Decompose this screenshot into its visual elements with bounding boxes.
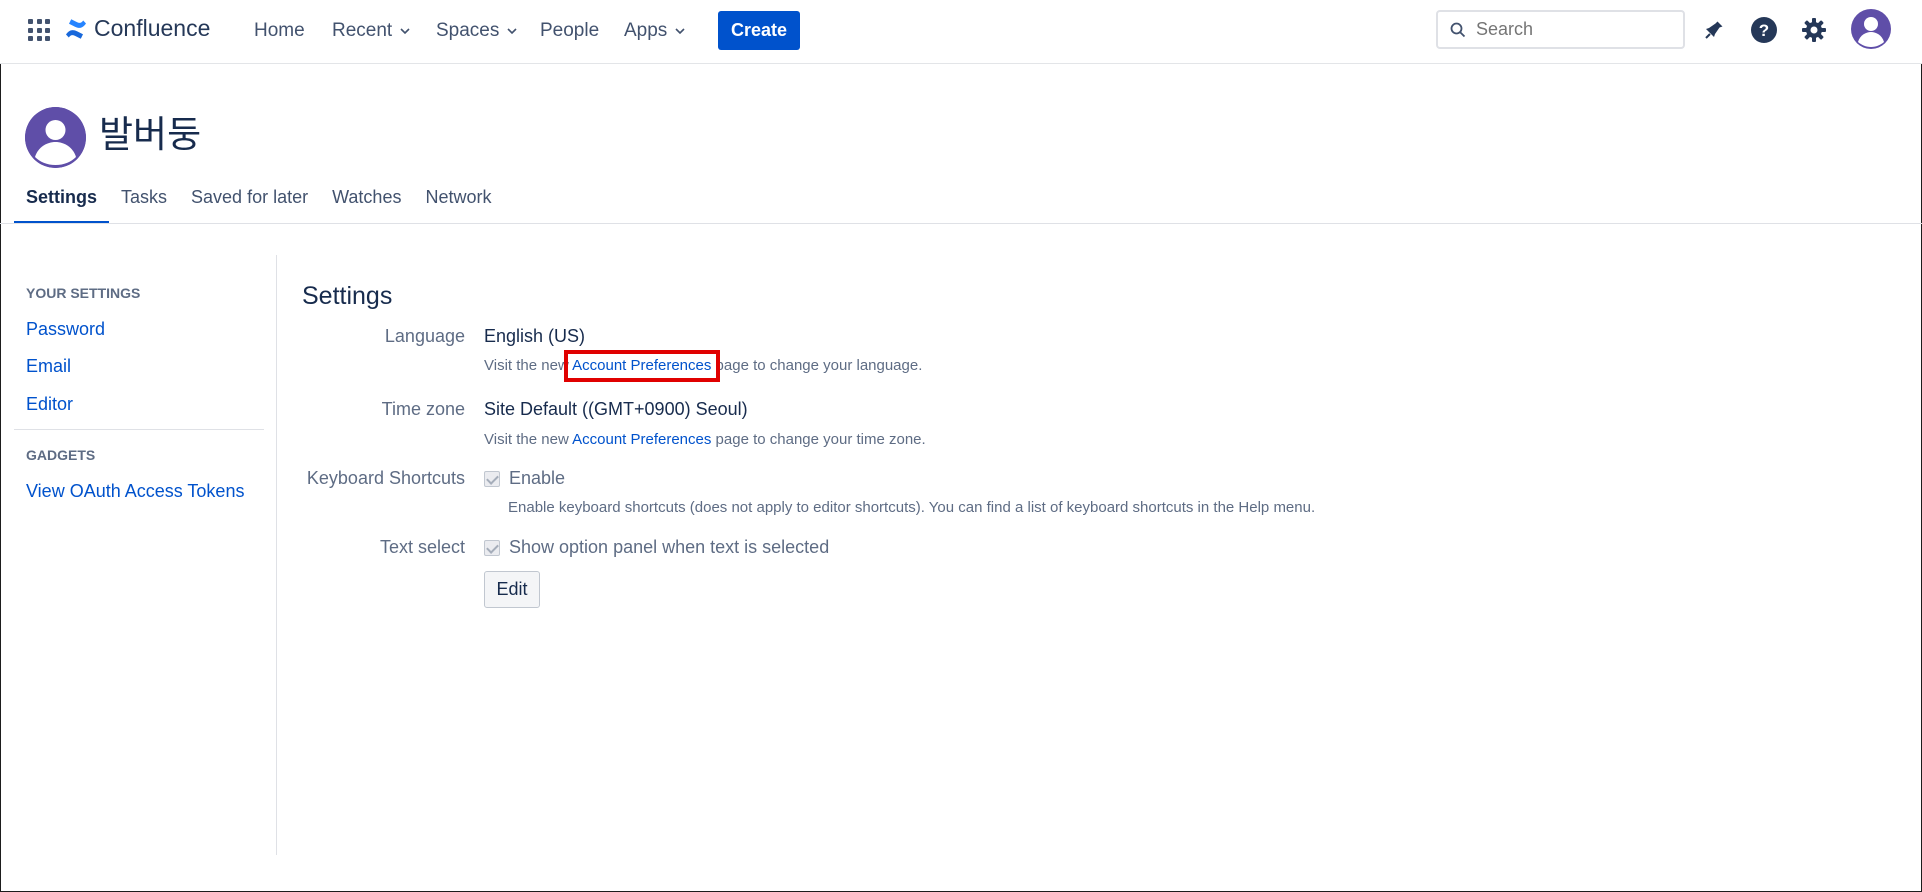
text-select-option: Show option panel when text is selected — [484, 537, 829, 558]
timezone-value: Site Default ((GMT+0900) Seoul) — [484, 399, 748, 419]
timezone-label: Time zone — [381, 399, 465, 419]
keyboard-shortcuts-checkbox[interactable] — [484, 470, 500, 487]
chevron-down-icon — [507, 28, 517, 35]
search-input[interactable] — [1476, 19, 1666, 40]
sidebar-divider — [14, 429, 264, 430]
avatar[interactable] — [1851, 9, 1891, 49]
notifications-icon[interactable] — [1698, 14, 1730, 46]
timezone-description: Visit the new Account Preferences page t… — [484, 431, 926, 448]
timezone-desc-suffix: page to change your time zone. — [711, 431, 926, 448]
tabs-divider — [0, 223, 1922, 224]
sidebar-link-editor[interactable]: Editor — [14, 394, 73, 415]
sidebar-link-email[interactable]: Email — [14, 356, 71, 377]
profile-name: 발버둥 — [99, 114, 202, 155]
nav-apps[interactable]: Apps — [624, 20, 685, 42]
keyboard-shortcuts-option: Enable — [484, 468, 565, 489]
sidebar-link-oauth-tokens[interactable]: View OAuth Access Tokens — [14, 481, 244, 502]
nav-spaces[interactable]: Spaces — [436, 20, 517, 42]
search-box[interactable] — [1436, 10, 1685, 49]
language-value: English (US) — [484, 326, 586, 346]
timezone-account-preferences-link[interactable]: Account Preferences — [572, 431, 711, 448]
profile-avatar — [25, 107, 86, 168]
confluence-logo[interactable]: Confluence — [64, 15, 210, 42]
settings-icon[interactable] — [1798, 14, 1830, 46]
keyboard-shortcuts-checkbox-label: Enable — [509, 468, 566, 488]
chevron-down-icon — [400, 28, 410, 35]
timezone-desc-prefix: Visit the new — [484, 431, 573, 448]
create-button[interactable]: Create — [718, 11, 800, 50]
search-icon — [1450, 22, 1466, 37]
chevron-down-icon — [675, 28, 685, 35]
nav-recent[interactable]: Recent — [332, 20, 410, 42]
language-label: Language — [384, 326, 465, 346]
nav-people-label: People — [540, 20, 600, 41]
sidebar-link-password[interactable]: Password — [14, 319, 105, 340]
language-desc-prefix: Visit the new — [484, 357, 573, 374]
confluence-logo-icon — [66, 18, 86, 39]
language-desc-suffix: page to change your language. — [711, 357, 923, 374]
app-name: Confluence — [94, 15, 211, 41]
window-frame — [0, 0, 1922, 892]
help-icon[interactable]: ? — [1748, 14, 1780, 46]
settings-title: Settings — [302, 282, 393, 310]
text-select-checkbox[interactable] — [484, 539, 500, 556]
nav-home[interactable]: Home — [254, 20, 305, 42]
keyboard-shortcuts-label: Keyboard Shortcuts — [306, 468, 465, 488]
text-select-checkbox-label: Show option panel when text is selected — [509, 537, 830, 557]
tab-watches[interactable]: Watches — [320, 186, 413, 224]
sidebar-separator — [276, 255, 277, 855]
svg-text:?: ? — [1759, 21, 1769, 40]
nav-apps-label: Apps — [624, 20, 668, 41]
tab-network[interactable]: Network — [413, 186, 503, 224]
edit-button[interactable]: Edit — [484, 571, 540, 608]
tab-tasks[interactable]: Tasks — [109, 186, 179, 224]
nav-recent-label: Recent — [332, 20, 393, 41]
your-settings-heading: YOUR SETTINGS — [26, 285, 141, 301]
keyboard-shortcuts-description: Enable keyboard shortcuts (does not appl… — [508, 499, 1316, 516]
nav-spaces-label: Spaces — [436, 20, 500, 41]
highlight-box — [564, 350, 720, 382]
nav-home-label: Home — [254, 20, 305, 41]
gadgets-heading: GADGETS — [26, 447, 96, 463]
tab-saved-for-later[interactable]: Saved for later — [179, 186, 320, 224]
nav-people[interactable]: People — [540, 20, 599, 42]
apps-grid-icon[interactable] — [28, 19, 50, 41]
top-navigation: Confluence Home Recent Spaces People App… — [0, 0, 1922, 64]
profile-tabs: Settings Tasks Saved for later Watches N… — [14, 186, 503, 224]
tab-settings[interactable]: Settings — [14, 186, 110, 224]
text-select-label: Text select — [379, 537, 465, 557]
